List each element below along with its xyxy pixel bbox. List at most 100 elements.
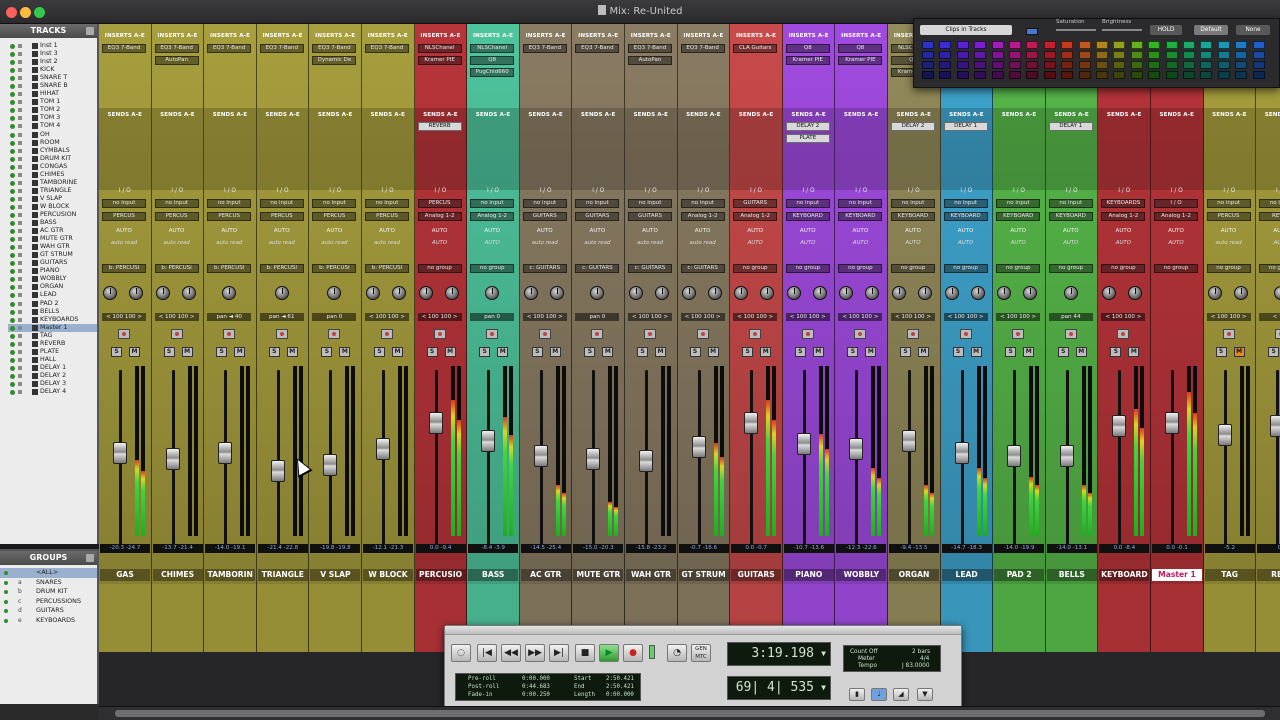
pan-left-knob[interactable] [366,286,380,300]
send-slot[interactable]: DELAY 1 [943,122,988,131]
track-list-item[interactable]: DELAY 1 [8,364,97,372]
record-enable-button[interactable] [749,329,762,339]
color-swatch[interactable] [1217,41,1230,49]
group-selector[interactable]: no group [785,264,830,273]
track-name[interactable]: GAS [100,569,150,581]
track-visibility-icon[interactable] [10,245,15,251]
color-swatch[interactable] [1165,41,1178,49]
output-selector[interactable]: Analog 1-2 [470,212,515,221]
mute-button[interactable]: M [707,347,719,357]
pan-left-knob[interactable] [786,286,801,300]
track-select-icon[interactable] [18,156,22,161]
pan-value[interactable]: < 100 100 > [680,313,725,321]
pan-right-knob[interactable] [181,286,196,300]
solo-button[interactable]: S [584,347,596,357]
insert-slot[interactable]: EQ3 7-Band [259,44,304,53]
automation-mode-selector[interactable]: AUTO [1101,239,1145,247]
track-visibility-icon[interactable] [10,333,15,339]
mute-button[interactable]: M [970,347,982,357]
track-select-icon[interactable] [18,245,22,250]
output-selector[interactable]: PERCUS [365,212,409,221]
volume-fader[interactable] [849,437,864,460]
comments-area[interactable] [1098,584,1150,652]
track-select-icon[interactable] [18,317,22,322]
comments-area[interactable] [204,584,256,652]
group-list-item[interactable]: c PERCUSSIONS [0,597,97,607]
track-select-icon[interactable] [18,221,22,226]
color-swatch[interactable] [1078,51,1091,59]
record-enable-button[interactable] [170,329,183,339]
track-visibility-icon[interactable] [10,221,15,227]
color-swatch[interactable] [1009,61,1021,69]
automation-mode-selector[interactable]: AUTO [470,239,514,247]
output-selector[interactable]: KEYBOARD [1048,212,1093,221]
pan-value[interactable]: < 100 100 > [733,313,778,321]
track-name[interactable]: PERCUSIO [415,569,466,581]
group-selector[interactable]: b: PERCUSI [102,264,146,273]
solo-button[interactable]: S [111,347,122,357]
output-selector[interactable]: Analog 1-2 [1154,212,1198,221]
solo-button[interactable]: S [1005,347,1017,357]
color-swatch[interactable] [1078,41,1091,49]
track-visibility-icon[interactable] [10,132,15,138]
insert-slot[interactable]: NLSChanel [470,44,515,53]
color-swatch[interactable] [974,61,987,69]
group-selector[interactable]: c: GUITARS [628,264,672,273]
input-selector[interactable]: no input [259,199,304,208]
input-selector[interactable]: no input [207,199,252,208]
automation-mode-selector[interactable]: auto read [628,239,672,247]
insert-slot[interactable]: EQ3 7-Band [522,44,567,53]
pan-value[interactable]: pan 0 [470,313,515,321]
color-swatch[interactable] [922,41,934,49]
rewind-button[interactable]: ◀◀ [501,644,521,662]
insert-slot[interactable]: EQ3 7-Band [575,44,620,53]
output-selector[interactable]: KEYBOARD [943,212,988,221]
color-swatch[interactable] [1148,41,1161,49]
group-selector[interactable]: no group [996,264,1041,273]
output-selector[interactable]: GUITARS [522,212,567,221]
pan-value[interactable]: < 100 100 > [785,313,830,321]
volume-fader[interactable] [691,436,706,458]
pan-right-knob[interactable] [812,286,827,300]
track-select-icon[interactable] [18,68,22,73]
color-swatch[interactable] [956,61,969,69]
track-visibility-icon[interactable] [10,180,15,186]
color-swatch[interactable] [1183,71,1195,79]
color-swatch[interactable] [991,61,1004,69]
track-name[interactable]: BELLS [1046,569,1097,581]
color-swatch[interactable] [1043,71,1056,79]
automation-mode-selector[interactable]: AUTO [996,239,1040,247]
pan-right-knob[interactable] [918,286,932,300]
group-list-item[interactable]: b DRUM KIT [0,587,97,597]
mute-button[interactable]: M [812,347,824,357]
pan-right-knob[interactable] [129,286,143,300]
color-swatch[interactable] [1113,41,1126,49]
pan-left-knob[interactable] [629,286,643,300]
track-select-icon[interactable] [18,60,22,65]
insert-slot[interactable]: Kramer PIE [785,56,830,65]
track-list-item[interactable]: TOM 4 [8,122,97,130]
track-list-item[interactable]: OH [8,131,97,139]
group-list-item[interactable]: a SNARES [0,578,97,588]
track-visibility-icon[interactable] [10,164,15,170]
group-selector[interactable]: b: PERCUSI [259,264,304,273]
record-enable-button[interactable] [959,329,972,339]
pan-left-knob[interactable] [944,286,959,300]
saturation-slider[interactable] [1056,29,1096,31]
mute-button[interactable]: M [497,347,509,357]
insert-slot[interactable]: AutoPan [628,56,672,65]
tracks-panel-header[interactable]: TRACKS [0,24,97,38]
track-list-item[interactable]: TOM 3 [8,114,97,122]
track-visibility-icon[interactable] [10,68,15,74]
track-visibility-icon[interactable] [10,188,15,194]
comments-area[interactable] [1151,584,1203,652]
output-selector[interactable]: Analog 1-2 [417,212,462,221]
tempo-value[interactable]: J 83.0000 [902,662,930,670]
track-name[interactable]: W BLOCK [363,569,413,581]
pan-left-knob[interactable] [681,286,696,300]
track-select-icon[interactable] [18,237,22,242]
track-select-icon[interactable] [18,140,22,145]
track-visibility-icon[interactable] [10,108,15,114]
volume-fader[interactable] [376,437,390,460]
color-swatch[interactable] [939,51,952,59]
